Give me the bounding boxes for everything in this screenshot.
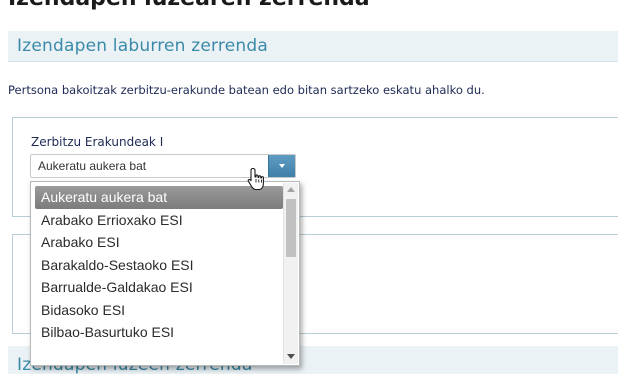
hand-pointer-icon (247, 167, 264, 191)
dropdown-option[interactable]: Bidasoko ESI (35, 299, 283, 322)
chevron-down-icon (279, 164, 285, 168)
select-value: Aukeratu aukera bat (38, 159, 147, 173)
short-list-section-header: Izendapen laburren zerrenda (8, 31, 618, 62)
dropdown-list-popup[interactable]: Aukeratu aukera bat Arabako Errioxako ES… (30, 181, 300, 366)
dropdown-option[interactable]: Barrualde-Galdakao ESI (35, 276, 283, 299)
short-list-section-title: Izendapen laburren zerrenda (17, 36, 268, 56)
dropdown-options: Aukeratu aukera bat Arabako Errioxako ES… (35, 186, 283, 344)
page-heading: Izendapen luzearen zerrenda (8, 0, 370, 11)
dropdown-option[interactable]: Bilbao-Basurtuko ESI (35, 321, 283, 344)
dropdown-scrollbar[interactable] (283, 183, 298, 364)
page: Izendapen luzearen zerrenda Izendapen la… (0, 0, 618, 374)
field-label: Zerbitzu Erakundeak I (31, 135, 164, 149)
dropdown-option[interactable]: Barakaldo-Sestaoko ESI (35, 254, 283, 277)
instruction-text: Pertsona bakoitzak zerbitzu-erakunde bat… (8, 83, 485, 97)
dropdown-option[interactable]: Arabako ESI (35, 231, 283, 254)
scroll-down-arrow-icon[interactable] (287, 354, 295, 359)
scrollbar-thumb[interactable] (286, 199, 296, 257)
dropdown-option[interactable]: Arabako Errioxako ESI (35, 209, 283, 232)
dropdown-toggle-button[interactable] (268, 155, 295, 177)
scroll-up-arrow-icon[interactable] (287, 187, 295, 192)
